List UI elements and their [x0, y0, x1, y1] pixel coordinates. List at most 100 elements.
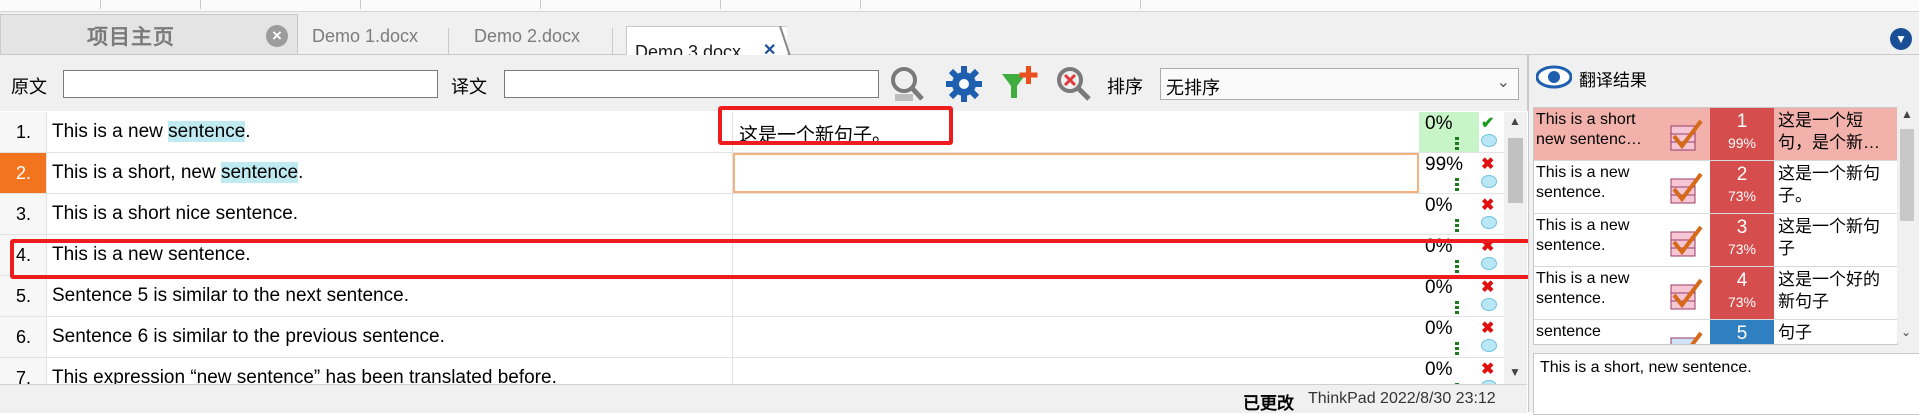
match-level-icon [1455, 342, 1459, 355]
segment-source: Sentence 6 is similar to the previous se… [52, 326, 445, 348]
match-row[interactable]: This is a new sentence. 4 73% 这是一个好的新句子 [1534, 267, 1897, 320]
match-level-icon [1455, 178, 1459, 191]
match-level-icon [1455, 219, 1459, 232]
source-text: This is a short nice sentence. [52, 203, 299, 224]
tab-demo-3[interactable]: Demo 3.docx ✕ [626, 26, 787, 62]
eye-icon[interactable] [1536, 65, 1572, 89]
source-filter-label: 原文 [11, 77, 47, 97]
segment-number: 1. [16, 122, 32, 142]
match-percent-cell: 0% [1419, 112, 1479, 152]
settings-gear-icon[interactable] [944, 64, 984, 104]
scroll-up-icon[interactable]: ▲ [1509, 114, 1521, 128]
match-percent: 73% [1727, 188, 1757, 204]
memory-match-icon [1670, 225, 1703, 257]
segment-number-cell: 5. [0, 276, 47, 316]
scroll-up-icon[interactable]: ▲ [1901, 107, 1913, 121]
tab-corner-icon [779, 26, 791, 56]
comment-bubble-icon[interactable] [1481, 339, 1497, 352]
match-target: 这是一个新句子 [1778, 217, 1880, 258]
match-row[interactable]: This is a short new sentenc… 1 99% 这是一个短句，是… [1534, 108, 1897, 161]
tab-project-home[interactable]: 项目主页 × [0, 14, 298, 54]
match-percent: 99% [1727, 135, 1757, 151]
unconfirmed-x-icon[interactable]: ✖ [1481, 154, 1494, 174]
source-text: This is a short, new [52, 162, 221, 183]
tab-label: Demo 1.docx [312, 26, 419, 46]
tab-demo-2[interactable]: Demo 2.docx [474, 26, 580, 54]
segment-number: 5. [16, 286, 32, 306]
ribbon-strip [0, 0, 1919, 12]
unconfirmed-x-icon[interactable]: ✖ [1481, 195, 1494, 215]
tab-dropdown-icon[interactable]: ▼ [1890, 28, 1912, 50]
segment-target-cell[interactable] [732, 358, 1417, 384]
source-text: . [298, 162, 304, 183]
source-text: This is a new [52, 121, 169, 142]
match-row[interactable]: This is a new sentence. 3 73% 这是一个新句子 [1534, 214, 1897, 267]
match-index: 4 [1736, 270, 1748, 291]
unconfirmed-x-icon[interactable]: ✖ [1481, 277, 1494, 297]
match-target: 句子 [1778, 323, 1812, 342]
close-icon[interactable]: × [266, 25, 288, 47]
comment-bubble-icon[interactable] [1481, 134, 1497, 147]
match-list-scrollbar[interactable]: ▲ ⌄ [1897, 107, 1917, 343]
scroll-thumb[interactable] [1508, 138, 1523, 203]
segment-row[interactable]: 5. Sentence 5 is similar to the next sent… [0, 276, 1527, 317]
segment-source: This is a short, new sentence. [52, 162, 303, 184]
unconfirmed-x-icon[interactable]: ✖ [1481, 318, 1494, 338]
match-preview-text: This is a short, new sentence. [1540, 359, 1752, 376]
match-score: 2 73% [1710, 161, 1774, 213]
scroll-thumb[interactable] [1900, 129, 1914, 221]
match-percent-cell: 0% [1419, 317, 1479, 357]
match-percent: 0% [1425, 113, 1453, 134]
comment-bubble-icon[interactable] [1481, 216, 1497, 229]
match-row[interactable]: sentence 5 句子 [1534, 320, 1897, 344]
filter-toolbar: 原文 译文 排序 无排序 ⌄ [0, 55, 1528, 111]
confirmed-check-icon[interactable]: ✔ [1481, 113, 1494, 133]
segment-row[interactable]: 3. This is a short nice sentence. 0% ✖ [0, 194, 1527, 235]
target-filter-input[interactable] [504, 70, 879, 98]
segment-row[interactable]: 7. This expression “new sentence” has bee… [0, 358, 1527, 384]
search-icon[interactable] [1054, 64, 1094, 104]
source-text: This expression “new sentence” has been … [52, 367, 557, 384]
segment-number: 7. [16, 368, 32, 384]
segment-target-cell[interactable] [732, 317, 1417, 357]
segment-target-cell[interactable] [732, 194, 1417, 234]
segment-number: 6. [16, 327, 32, 347]
match-source: sentence [1536, 323, 1601, 340]
memory-match-icon [1670, 278, 1703, 310]
segment-target-cell[interactable] [732, 276, 1417, 316]
tab-demo-1[interactable]: Demo 1.docx [312, 26, 418, 54]
source-filter-input[interactable] [63, 70, 438, 98]
scroll-down-icon[interactable]: ⌄ [1901, 325, 1911, 339]
comment-bubble-icon[interactable] [1481, 298, 1497, 311]
match-level-icon [1455, 301, 1459, 314]
sort-select[interactable]: 无排序 ⌄ [1160, 68, 1519, 100]
unconfirmed-x-icon[interactable]: ✖ [1481, 359, 1494, 379]
translation-results-panel: 翻译结果 This is a short new sentenc… 1 99% 这是一… [1528, 55, 1919, 415]
match-source: This is a short new sentenc… [1536, 111, 1642, 148]
comment-bubble-icon[interactable] [1481, 175, 1497, 188]
scroll-down-icon[interactable]: ▼ [1509, 365, 1521, 379]
match-percent-cell: 99% [1419, 153, 1479, 193]
match-score: 3 73% [1710, 214, 1774, 266]
add-filter-icon[interactable] [1000, 64, 1040, 104]
memory-match-icon [1670, 172, 1703, 204]
match-target: 这是一个短句，是个新… [1778, 111, 1880, 152]
segment-source: This is a short nice sentence. [52, 203, 298, 225]
match-list: This is a short new sentenc… 1 99% 这是一个短句，是… [1533, 107, 1898, 345]
match-source: This is a new sentence. [1536, 217, 1630, 254]
document-tab-bar: 项目主页 × Demo 1.docx Demo 2.docx Demo 3.do… [0, 12, 1919, 62]
segment-row[interactable]: 6. Sentence 6 is similar to the previous … [0, 317, 1527, 358]
match-percent: 99% [1425, 154, 1464, 175]
segment-source: Sentence 5 is similar to the next senten… [52, 285, 409, 307]
annotation-box-target-1 [718, 106, 953, 145]
active-target-editor[interactable] [733, 153, 1419, 193]
clear-filter-icon[interactable] [887, 64, 927, 104]
segment-number-cell: 1. [0, 112, 47, 152]
match-row[interactable]: This is a new sentence. 2 73% 这是一个新句子。 [1534, 161, 1897, 214]
segment-number-cell: 2. [0, 153, 47, 193]
match-score: 5 [1710, 320, 1774, 344]
segment-source: This is a new sentence. [52, 121, 251, 143]
match-index: 1 [1736, 111, 1748, 132]
highlighted-term: sentence [220, 162, 299, 183]
match-index: 2 [1736, 164, 1748, 185]
